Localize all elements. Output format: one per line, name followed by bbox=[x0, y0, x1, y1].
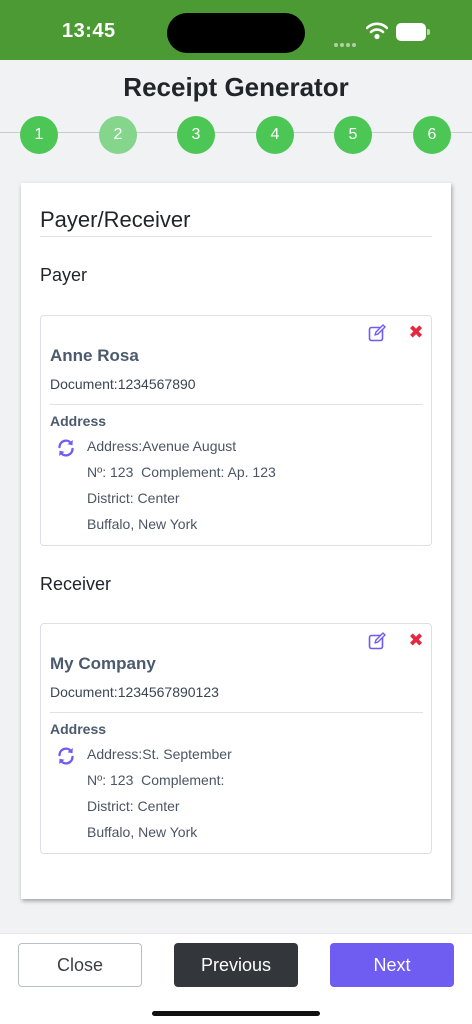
receiver-heading: Receiver bbox=[40, 574, 112, 594]
receiver-document: Document:1234567890123 bbox=[50, 684, 219, 700]
payer-divider bbox=[50, 404, 423, 405]
receiver-number-line: Nº: 123 Complement: bbox=[87, 772, 225, 788]
section-title: Payer/Receiver bbox=[40, 207, 191, 232]
stepper-line bbox=[0, 132, 472, 133]
step-4[interactable]: 4 bbox=[256, 116, 294, 154]
edit-icon[interactable] bbox=[368, 324, 386, 342]
step-1[interactable]: 1 bbox=[20, 116, 58, 154]
payer-district-line: District: Center bbox=[87, 490, 180, 506]
status-bar: 13:45 bbox=[0, 0, 472, 60]
step-3[interactable]: 3 bbox=[177, 116, 215, 154]
home-indicator[interactable] bbox=[152, 1011, 320, 1016]
delete-icon[interactable]: ✖ bbox=[407, 628, 425, 652]
receiver-district-line: District: Center bbox=[87, 798, 180, 814]
next-button[interactable]: Next bbox=[330, 943, 454, 987]
payer-receiver-card: Payer/Receiver Payer ✖ Anne Rosa Documen… bbox=[21, 183, 451, 899]
payer-number-line: Nº: 123 Complement: Ap. 123 bbox=[87, 464, 276, 480]
footer-bar: Close Previous Next bbox=[0, 933, 472, 1024]
refresh-icon[interactable] bbox=[56, 438, 76, 458]
receiver-box: ✖ My Company Document:1234567890123 Addr… bbox=[40, 623, 432, 854]
battery-icon bbox=[396, 23, 430, 41]
receiver-name: My Company bbox=[50, 654, 156, 673]
receiver-city-line: Buffalo, New York bbox=[87, 824, 198, 840]
receiver-address-line: Address:St. September bbox=[87, 746, 232, 762]
previous-button[interactable]: Previous bbox=[174, 943, 298, 987]
refresh-icon[interactable] bbox=[56, 746, 76, 766]
payer-box: ✖ Anne Rosa Document:1234567890 Address … bbox=[40, 315, 432, 546]
step-progress: 1 2 3 4 5 6 bbox=[0, 116, 472, 156]
payer-heading: Payer bbox=[40, 265, 88, 285]
edit-icon[interactable] bbox=[368, 632, 386, 650]
payer-document: Document:1234567890 bbox=[50, 376, 196, 392]
step-6[interactable]: 6 bbox=[413, 116, 451, 154]
payer-city-line: Buffalo, New York bbox=[87, 516, 198, 532]
delete-icon[interactable]: ✖ bbox=[407, 320, 425, 344]
receiver-address-heading: Address bbox=[50, 721, 107, 737]
payer-address-heading: Address bbox=[50, 413, 107, 429]
step-5[interactable]: 5 bbox=[334, 116, 372, 154]
status-time: 13:45 bbox=[62, 20, 116, 42]
section-divider bbox=[40, 236, 432, 237]
payer-address-line: Address:Avenue August bbox=[87, 438, 237, 454]
step-2[interactable]: 2 bbox=[99, 116, 137, 154]
close-button[interactable]: Close bbox=[18, 943, 142, 987]
signal-icon bbox=[334, 34, 358, 52]
payer-name: Anne Rosa bbox=[50, 346, 139, 365]
receiver-divider bbox=[50, 712, 423, 713]
camera-notch bbox=[167, 13, 305, 53]
wifi-icon bbox=[366, 22, 388, 40]
page-title: Receipt Generator bbox=[123, 72, 349, 102]
